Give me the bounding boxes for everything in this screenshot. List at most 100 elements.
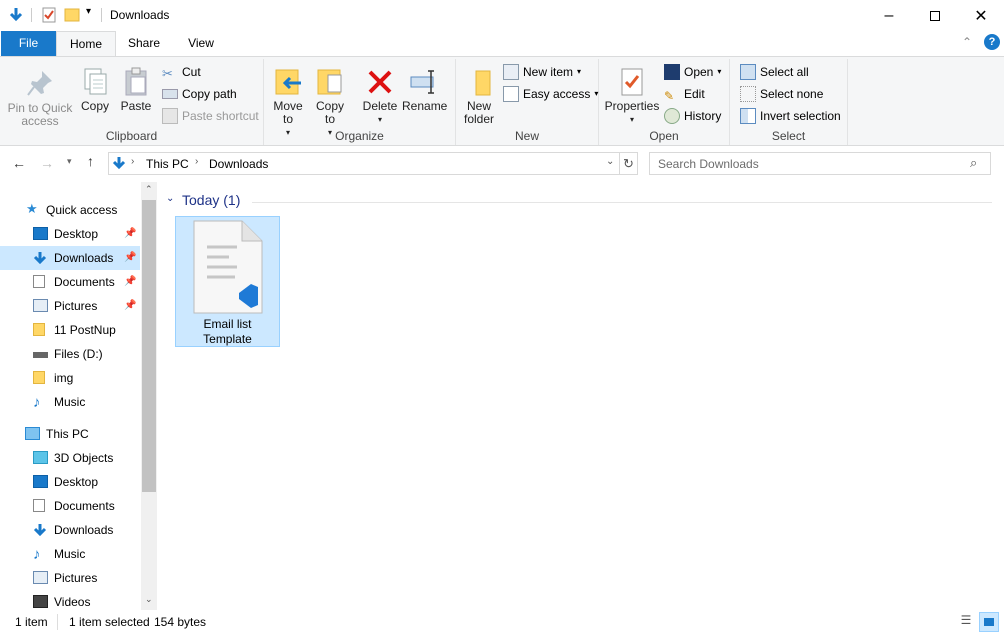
search-box[interactable]: Search Downloads ⌕	[649, 152, 991, 175]
dropdown-arrow-icon: ▾	[577, 67, 582, 76]
close-button[interactable]: ✕	[958, 0, 1004, 31]
new-item-icon	[503, 64, 519, 80]
history-icon	[664, 108, 680, 124]
properties-button[interactable]: Properties ▾	[603, 67, 661, 126]
breadcrumb-this-pc[interactable]: This PC	[146, 157, 189, 171]
new-item-button[interactable]: New item ▾	[503, 62, 581, 82]
history-button[interactable]: History	[664, 106, 721, 126]
breadcrumb-chevron-icon[interactable]: ›	[195, 156, 198, 167]
select-none-button[interactable]: Select none	[740, 84, 823, 104]
downloads-icon	[33, 524, 47, 536]
nav-scrollbar[interactable]: ⌃ ⌄	[141, 182, 157, 610]
group-new: New folder New item ▾ Easy access ▾ New	[456, 59, 599, 145]
breadcrumb-chevron-icon[interactable]: ›	[131, 156, 134, 167]
help-icon[interactable]: ?	[984, 34, 1000, 50]
up-arrow-icon[interactable]: ↑	[87, 153, 94, 169]
copy-button[interactable]: Copy	[78, 67, 112, 113]
nav-item-pc-desktop[interactable]: Desktop	[0, 470, 140, 494]
group-label-select: Select	[771, 129, 806, 143]
vscode-icon	[664, 64, 680, 80]
nav-item-11-postnup[interactable]: 11 PostNup	[0, 318, 140, 342]
new-folder-button[interactable]: New folder	[460, 67, 498, 126]
delete-button[interactable]: Delete ▾	[360, 67, 400, 126]
forward-arrow-icon[interactable]: →	[40, 155, 54, 171]
scrollbar-thumb[interactable]	[142, 200, 156, 492]
tab-home[interactable]: Home	[56, 31, 116, 56]
nav-item-pc-downloads[interactable]: Downloads	[0, 518, 140, 542]
desktop-icon	[33, 475, 48, 488]
group-header[interactable]: Today (1)	[182, 192, 240, 208]
maximize-button[interactable]	[912, 0, 958, 31]
paste-shortcut-icon	[162, 108, 178, 124]
paste-shortcut-button[interactable]: Paste shortcut	[162, 106, 259, 126]
address-bar[interactable]: › This PC › Downloads ⌄	[108, 152, 620, 175]
file-item-email-list-template[interactable]: Email list Template	[175, 216, 280, 347]
invert-selection-button[interactable]: Invert selection	[740, 106, 841, 126]
music-icon: ♪	[33, 394, 41, 411]
copy-path-button[interactable]: Copy path	[162, 84, 237, 104]
easy-access-button[interactable]: Easy access ▾	[503, 84, 598, 104]
tab-share[interactable]: Share	[118, 31, 170, 56]
group-select: Select all Select none Invert selection …	[730, 59, 848, 145]
status-item-count: 1 item	[15, 615, 48, 629]
new-folder-icon[interactable]	[64, 7, 80, 23]
back-arrow-icon[interactable]: ←	[12, 155, 26, 171]
nav-item-pictures[interactable]: Pictures 📌	[0, 294, 140, 318]
search-input[interactable]: Search Downloads	[658, 157, 759, 171]
star-icon: ★	[26, 201, 38, 216]
nav-item-img[interactable]: img	[0, 366, 140, 390]
computer-icon	[25, 427, 40, 440]
pin-icon[interactable]: 📌	[124, 246, 136, 270]
tab-file[interactable]: File	[1, 31, 56, 56]
group-collapse-icon[interactable]: ⌄	[166, 193, 174, 204]
address-dropdown-icon[interactable]: ⌄	[606, 156, 614, 167]
separator	[57, 614, 58, 630]
nav-item-downloads[interactable]: Downloads 📌	[0, 246, 140, 270]
customize-dropdown-icon[interactable]: ▾	[86, 6, 91, 17]
scroll-down-icon[interactable]: ⌄	[145, 594, 153, 605]
easy-access-icon	[503, 86, 519, 102]
group-open: Properties ▾ Open ▾ ✎ Edit History Open	[599, 59, 730, 145]
pin-icon[interactable]: 📌	[124, 270, 136, 294]
tab-view[interactable]: View	[175, 31, 227, 56]
minimize-icon: –	[884, 6, 894, 24]
status-size: 154 bytes	[154, 615, 207, 629]
recent-locations-icon[interactable]: ▾	[67, 156, 72, 167]
nav-item-files-d[interactable]: Files (D:)	[0, 342, 140, 366]
minimize-ribbon-icon[interactable]: ⌃	[962, 35, 972, 49]
nav-item-3d-objects[interactable]: 3D Objects	[0, 446, 140, 470]
nav-this-pc[interactable]: This PC	[0, 422, 140, 446]
search-icon[interactable]: ⌕	[970, 155, 977, 171]
nav-quick-access[interactable]: ★ Quick access	[0, 198, 140, 222]
details-view-icon[interactable]: ☰	[957, 613, 975, 631]
edit-button[interactable]: ✎ Edit	[664, 84, 705, 104]
select-none-icon	[740, 86, 756, 102]
refresh-icon[interactable]: ↻	[620, 152, 638, 175]
pin-quick-access-button[interactable]: Pin to Quick access	[6, 67, 74, 128]
properties-icon[interactable]	[42, 7, 56, 23]
download-arrow-icon[interactable]	[8, 7, 24, 23]
drive-icon	[33, 352, 48, 358]
paste-button[interactable]: Paste	[118, 67, 154, 113]
minimize-button[interactable]: –	[866, 0, 912, 31]
videos-icon	[33, 595, 48, 608]
nav-item-pc-pictures[interactable]: Pictures	[0, 566, 140, 590]
nav-item-music[interactable]: ♪ Music	[0, 390, 140, 414]
rename-button[interactable]: Rename	[402, 67, 447, 113]
cut-button[interactable]: ✂ Cut	[162, 62, 201, 82]
scroll-up-icon[interactable]: ⌃	[145, 184, 153, 195]
pin-icon[interactable]: 📌	[124, 294, 136, 318]
nav-item-pc-music[interactable]: ♪ Music	[0, 542, 140, 566]
nav-item-pc-documents[interactable]: Documents	[0, 494, 140, 518]
desktop-icon	[33, 227, 48, 240]
open-button[interactable]: Open ▾	[664, 62, 721, 82]
nav-item-desktop[interactable]: Desktop 📌	[0, 222, 140, 246]
breadcrumb-downloads[interactable]: Downloads	[209, 157, 268, 171]
delete-icon	[368, 70, 392, 94]
select-all-button[interactable]: Select all	[740, 62, 809, 82]
dropdown-arrow-icon: ▾	[717, 67, 722, 76]
group-organize: Move to ▾ Copy to ▾ Delete ▾ Rename Organiz…	[264, 59, 456, 145]
pin-icon[interactable]: 📌	[124, 222, 136, 246]
nav-item-documents[interactable]: Documents 📌	[0, 270, 140, 294]
large-icons-view-icon[interactable]	[979, 612, 999, 632]
